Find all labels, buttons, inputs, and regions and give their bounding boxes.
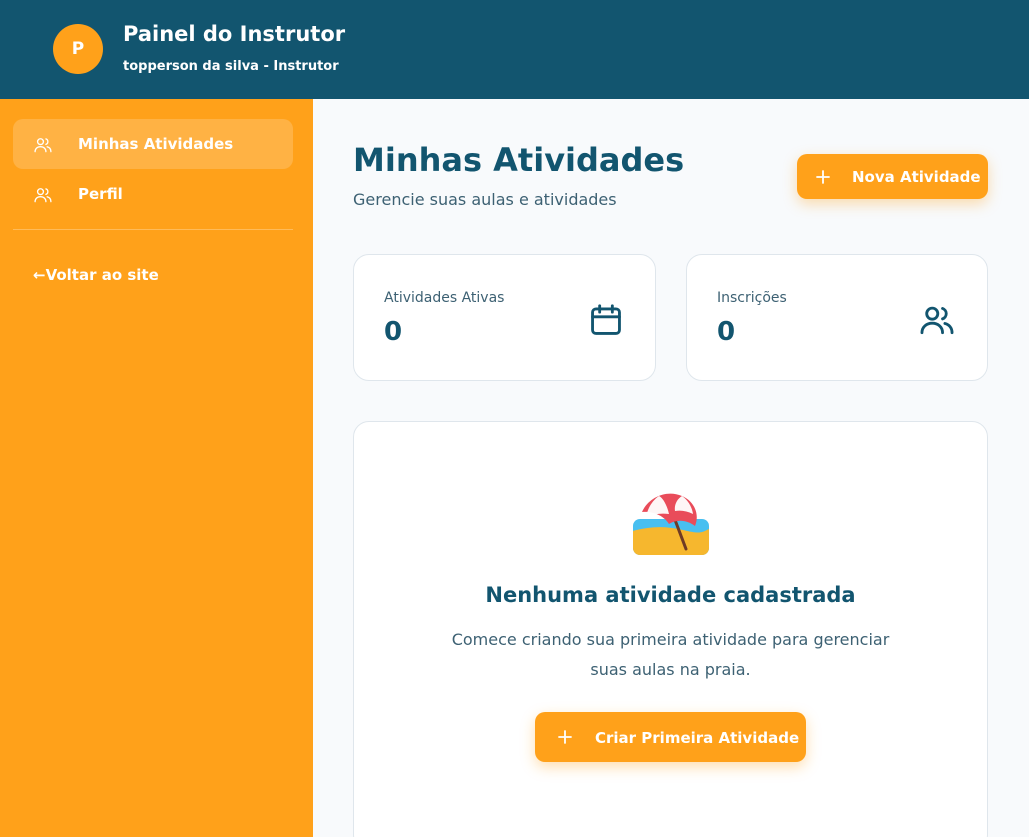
users-icon	[920, 306, 954, 335]
users-icon	[34, 138, 52, 153]
sidebar-item-label: Perfil	[78, 185, 123, 203]
new-activity-button[interactable]: Nova Atividade	[797, 154, 988, 199]
sidebar-item-profile[interactable]: Perfil	[13, 169, 293, 219]
empty-state-card: Nenhuma atividade cadastrada Comece cria…	[353, 421, 988, 837]
sidebar-item-activities[interactable]: Minhas Atividades	[13, 119, 293, 169]
empty-state-line-2: suas aulas na praia.	[590, 660, 751, 679]
create-first-activity-button[interactable]: Criar Primeira Atividade	[535, 712, 806, 762]
stat-value: 0	[384, 317, 403, 347]
sidebar-divider	[13, 229, 293, 230]
page-title: Minhas Atividades	[353, 141, 685, 179]
avatar: P	[53, 24, 103, 74]
beach-umbrella-icon	[633, 493, 709, 555]
empty-state-title: Nenhuma atividade cadastrada	[485, 583, 856, 607]
stat-value: 0	[717, 317, 736, 347]
sidebar: Minhas Atividades Perfil ←Voltar ao site	[0, 99, 313, 837]
top-header: P Painel do Instrutor topperson da silva…	[0, 0, 1029, 99]
calendar-icon	[591, 304, 621, 335]
new-activity-label: Nova Atividade	[852, 168, 981, 186]
empty-state-line-1: Comece criando sua primeira atividade pa…	[451, 630, 890, 649]
user-role: topperson da silva - Instrutor	[123, 59, 339, 74]
page-subtitle: Gerencie suas aulas e atividades	[353, 190, 617, 209]
enrollments-card: Inscrições 0	[686, 254, 988, 381]
dashboard-title: Painel do Instrutor	[123, 22, 346, 46]
plus-icon	[558, 730, 572, 744]
stat-label: Atividades Ativas	[384, 290, 505, 306]
users-icon	[34, 188, 52, 203]
empty-state-description: Comece criando sua primeira atividade pa…	[354, 625, 987, 685]
stat-label: Inscrições	[717, 290, 787, 306]
plus-icon	[816, 170, 830, 184]
back-to-site-link[interactable]: ←Voltar ao site	[33, 266, 159, 284]
sidebar-item-label: Minhas Atividades	[78, 135, 234, 153]
active-activities-card: Atividades Ativas 0	[353, 254, 656, 381]
create-first-activity-label: Criar Primeira Atividade	[595, 729, 800, 747]
